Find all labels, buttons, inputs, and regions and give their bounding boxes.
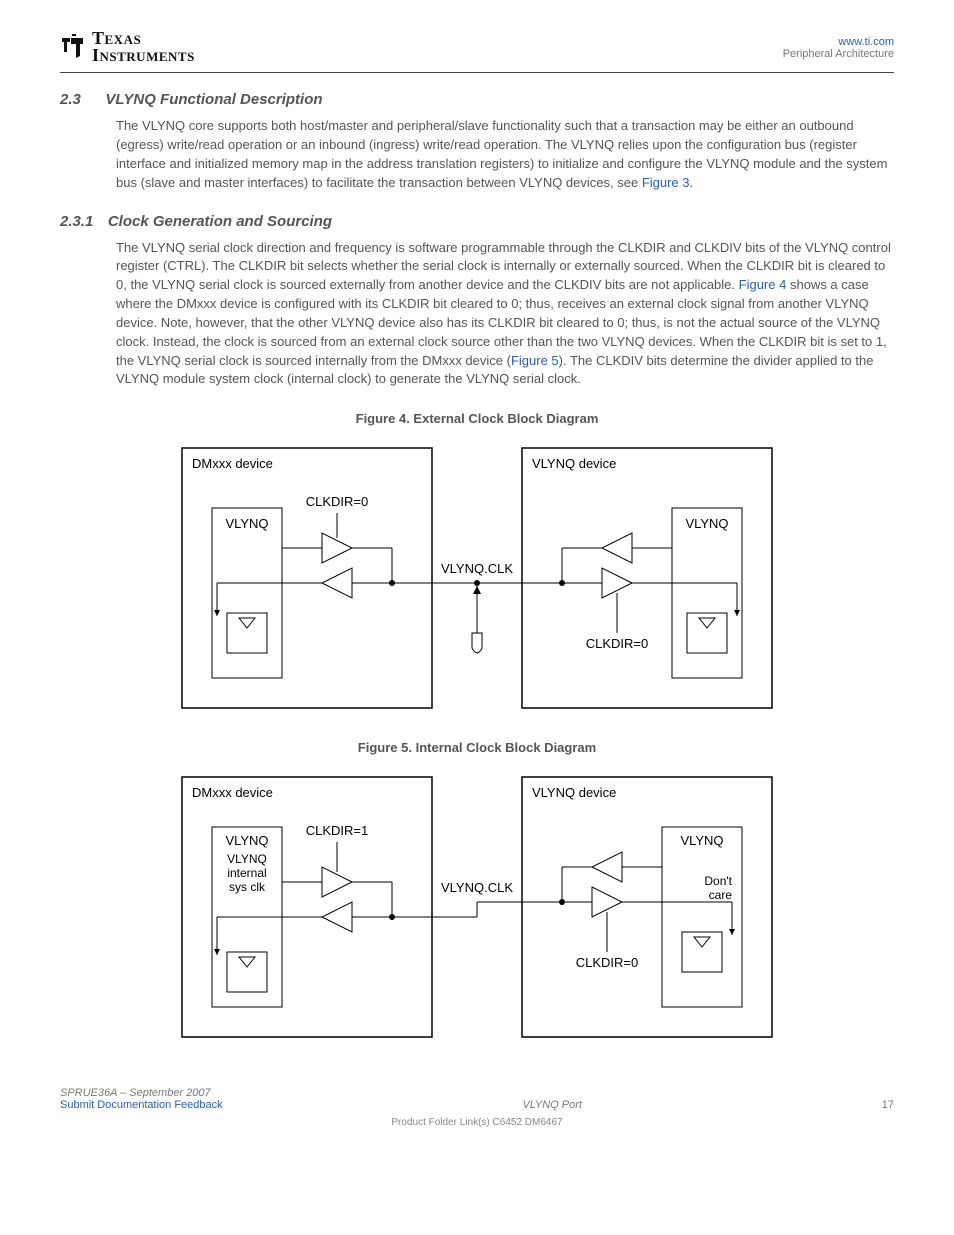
svg-text:VLYNQ: VLYNQ [685, 516, 728, 531]
subsection-heading: 2.3.1 Clock Generation and Sourcing [60, 213, 894, 231]
link-figure3[interactable]: Figure 3 [642, 175, 690, 190]
svg-text:VLYNQ: VLYNQ [227, 852, 267, 866]
footer-feedback-link[interactable]: Submit Documentation Feedback [60, 1099, 223, 1111]
svg-text:CLKDIR=0: CLKDIR=0 [586, 636, 649, 651]
section-paragraph: The VLYNQ core supports both host/master… [116, 117, 894, 192]
footer-center: VLYNQ Port [223, 1099, 882, 1111]
header-rule [60, 72, 894, 73]
subsection-title: Clock Generation and Sourcing [108, 213, 332, 230]
link-figure4[interactable]: Figure 4 [739, 277, 787, 292]
svg-text:VLYNQ: VLYNQ [680, 833, 723, 848]
svg-text:VLYNQ: VLYNQ [225, 516, 268, 531]
subsection-number: 2.3.1 [60, 213, 93, 230]
svg-text:CLKDIR=1: CLKDIR=1 [306, 823, 369, 838]
fig4-left-label: DMxxx device [192, 456, 273, 471]
header-link[interactable]: www.ti.com [838, 36, 894, 48]
figure4: DMxxx device VLYNQ CLKDIR=0 VLYNQ [60, 438, 894, 718]
svg-text:VLYNQ.CLK: VLYNQ.CLK [441, 561, 513, 576]
section-title: VLYNQ Functional Description [105, 91, 322, 108]
footer-bottom: Product Folder Link(s) C6452 DM6467 [60, 1117, 894, 1128]
footer-page-number: 17 [882, 1099, 894, 1111]
header-right: www.ti.com Peripheral Architecture [783, 36, 894, 60]
figure5-caption: Figure 5. Internal Clock Block Diagram [60, 740, 894, 755]
subsection-paragraph: The VLYNQ serial clock direction and fre… [116, 239, 894, 390]
header-context: Peripheral Architecture [783, 48, 894, 60]
svg-text:care: care [709, 888, 733, 902]
svg-text:VLYNQ: VLYNQ [225, 833, 268, 848]
figure5: DMxxx device VLYNQ VLYNQ internal sys cl… [60, 767, 894, 1047]
footer-left: SPRUE36A – September 2007 Submit Documen… [60, 1087, 223, 1111]
svg-text:CLKDIR=0: CLKDIR=0 [576, 955, 639, 970]
ti-logo: Texas Instruments [60, 30, 195, 64]
page-footer: SPRUE36A – September 2007 Submit Documen… [60, 1087, 894, 1111]
ti-chip-icon [60, 32, 86, 62]
svg-text:VLYNQ device: VLYNQ device [532, 785, 616, 800]
svg-text:Don't: Don't [704, 874, 732, 888]
page-header: Texas Instruments www.ti.com Peripheral … [60, 30, 894, 64]
svg-text:VLYNQ.CLK: VLYNQ.CLK [441, 880, 513, 895]
section-number: 2.3 [60, 91, 81, 108]
svg-text:CLKDIR=0: CLKDIR=0 [306, 494, 369, 509]
svg-text:internal: internal [227, 866, 266, 880]
svg-text:sys clk: sys clk [229, 880, 266, 894]
section-heading: 2.3 VLYNQ Functional Description [60, 91, 894, 109]
ti-wordmark: Texas Instruments [92, 30, 195, 64]
figure4-caption: Figure 4. External Clock Block Diagram [60, 411, 894, 426]
link-figure5[interactable]: Figure 5 [511, 353, 559, 368]
svg-text:VLYNQ device: VLYNQ device [532, 456, 616, 471]
svg-text:DMxxx device: DMxxx device [192, 785, 273, 800]
